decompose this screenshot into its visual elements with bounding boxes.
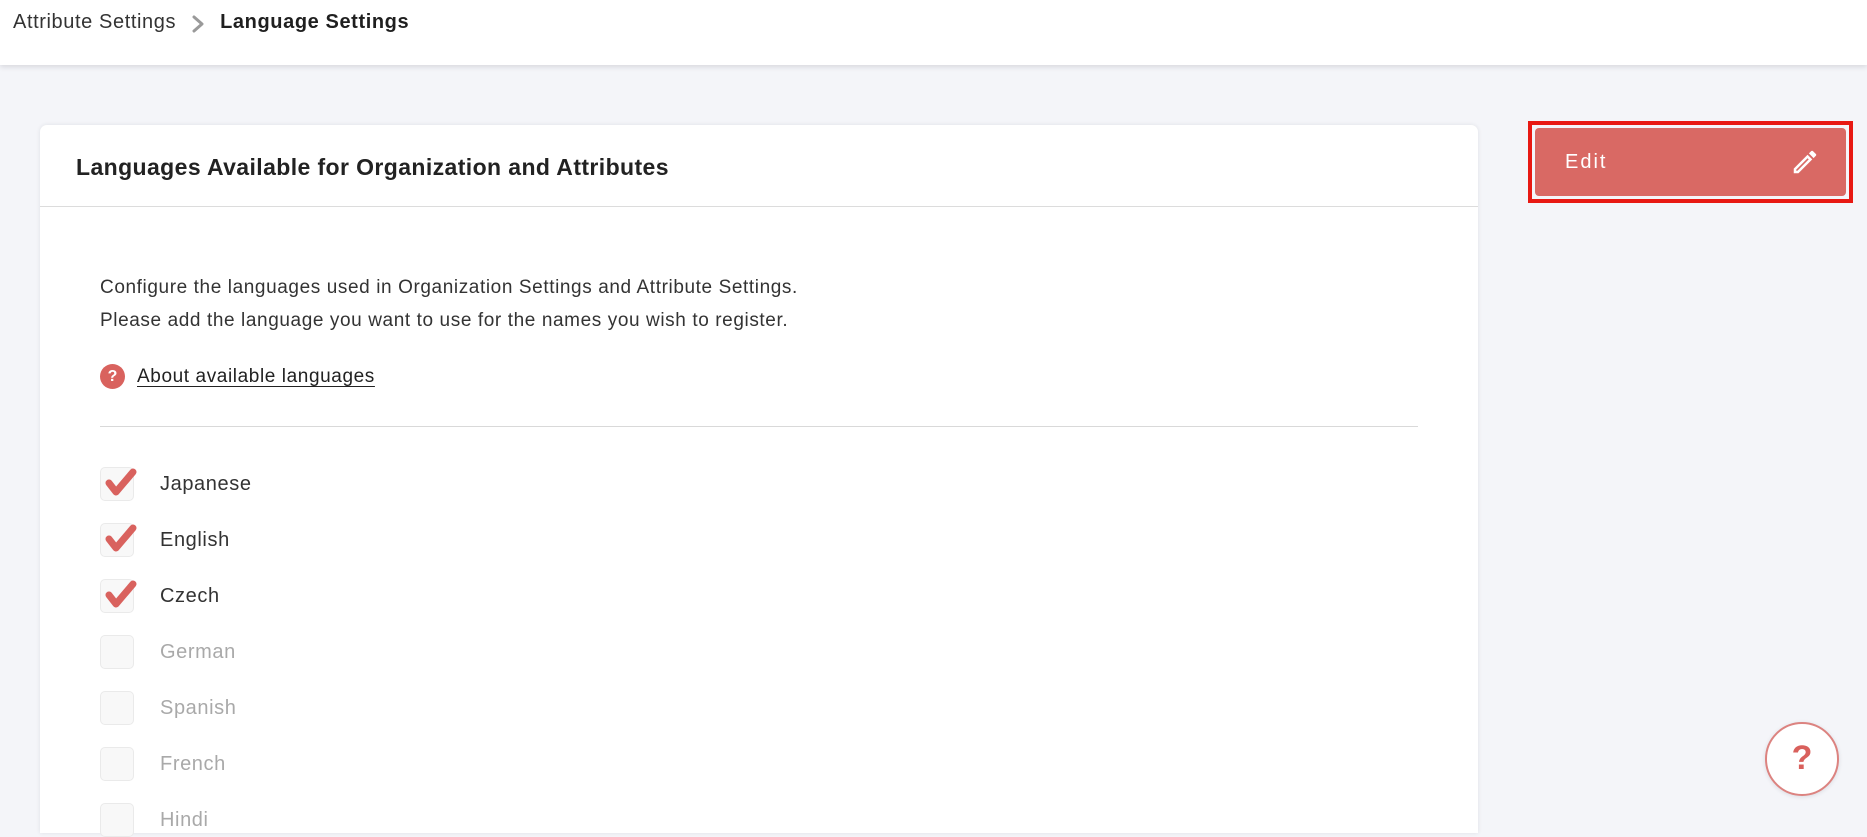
language-row: French [100, 747, 1418, 781]
breadcrumb-language-settings: Language Settings [220, 11, 410, 33]
help-fab-button[interactable]: ? [1765, 722, 1839, 796]
card-header: Languages Available for Organization and… [40, 125, 1478, 207]
description-line-1: Configure the languages used in Organiza… [100, 277, 798, 298]
language-checkbox[interactable] [100, 691, 134, 725]
language-label: Japanese [160, 472, 252, 495]
description-line-2: Please add the language you want to use … [100, 310, 789, 331]
language-settings-card: Languages Available for Organization and… [40, 125, 1478, 837]
language-row: English [100, 523, 1418, 557]
checkmark-icon [105, 468, 137, 496]
question-mark-icon: ? [100, 364, 125, 389]
help-fab-question-icon: ? [1791, 738, 1813, 777]
language-checkbox[interactable] [100, 579, 137, 613]
edit-button-highlight-outline: Edit [1528, 121, 1853, 203]
language-label: Czech [160, 584, 220, 607]
language-label: German [160, 640, 236, 663]
language-row: German [100, 635, 1418, 669]
language-label: Spanish [160, 696, 237, 719]
about-link-row: ? About available languages [100, 364, 1418, 389]
language-row: Czech [100, 579, 1418, 613]
language-checkbox[interactable] [100, 803, 134, 837]
card-body: Configure the languages used in Organiza… [40, 207, 1478, 837]
edit-button[interactable]: Edit [1535, 128, 1846, 196]
language-checkbox[interactable] [100, 467, 137, 501]
checkmark-icon [105, 580, 137, 608]
breadcrumb: Attribute Settings Language Settings [0, 0, 1867, 34]
language-row: Japanese [100, 467, 1418, 501]
edit-button-label: Edit [1565, 150, 1608, 173]
language-checkbox[interactable] [100, 635, 134, 669]
checkmark-icon [105, 524, 137, 552]
language-checkbox[interactable] [100, 523, 137, 557]
breadcrumb-attribute-settings[interactable]: Attribute Settings [13, 11, 176, 34]
language-label: English [160, 528, 230, 551]
page-title: Languages Available for Organization and… [76, 154, 669, 180]
language-list: Japanese English Czech German Spanish Fr… [100, 467, 1418, 837]
pencil-icon [1790, 147, 1820, 177]
language-label: French [160, 752, 226, 775]
language-label: Hindi [160, 808, 209, 831]
language-row: Hindi [100, 803, 1418, 837]
top-bar: Attribute Settings Language Settings [0, 0, 1867, 65]
divider [100, 426, 1418, 427]
about-available-languages-link[interactable]: About available languages [137, 366, 375, 388]
language-row: Spanish [100, 691, 1418, 725]
chevron-right-icon [190, 14, 206, 34]
language-checkbox[interactable] [100, 747, 134, 781]
description-text: Configure the languages used in Organiza… [100, 271, 1418, 337]
